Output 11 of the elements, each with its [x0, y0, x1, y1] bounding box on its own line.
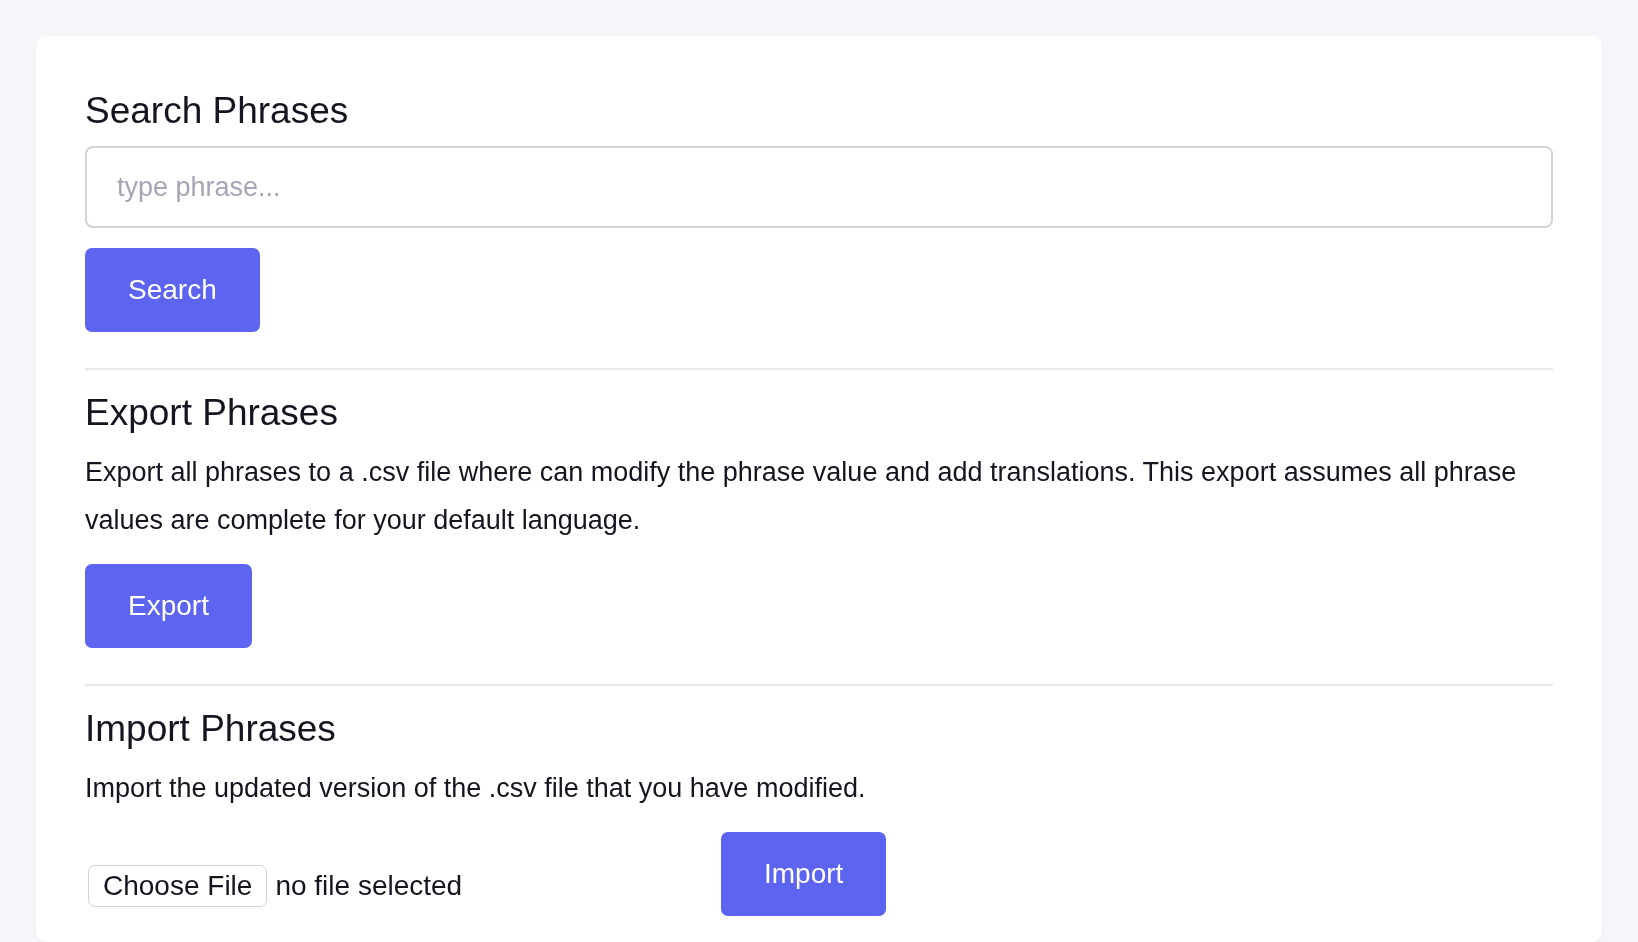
choose-file-button[interactable]: Choose File	[88, 865, 268, 907]
section-heading: Export Phrases	[85, 391, 339, 435]
section-heading: Import Phrases	[85, 707, 337, 751]
section-description: Import the updated version of the .csv file that you have modified.	[85, 772, 867, 805]
search-field[interactable]: type phrase...	[85, 146, 1553, 228]
section-heading: Search Phrases	[85, 89, 350, 133]
import-button[interactable]: Import	[721, 832, 887, 916]
file-status: no file selected	[275, 870, 463, 902]
search-button[interactable]: Search	[85, 248, 260, 332]
section-description: Export all phrases to a .csv file where can modify the phrase value and add translations. This export assumes all phrase values are complete for your default language.	[85, 456, 1518, 537]
export-button[interactable]: Export	[85, 564, 252, 648]
